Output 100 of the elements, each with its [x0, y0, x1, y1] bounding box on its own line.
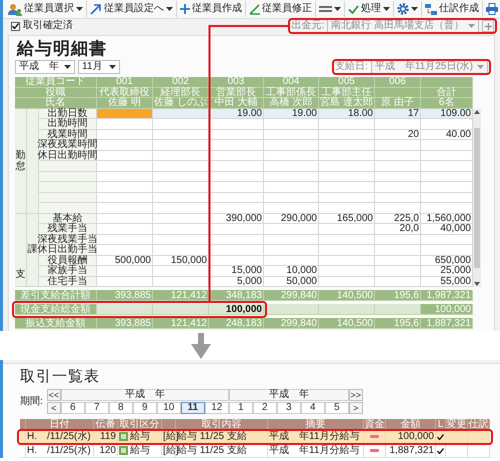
table-cell-text: 500,000 — [114, 256, 152, 266]
column-header: 佐藤 明 — [107, 98, 142, 108]
caret-icon — [64, 65, 71, 69]
table-row[interactable]: 出勤日数 19.00 19.00 18.00 17 109.00 — [39, 108, 473, 119]
table-cell[interactable]: 100,000 — [209, 304, 264, 315]
row-label: 基本給 — [52, 214, 82, 224]
table-row[interactable] — [39, 203, 473, 214]
month-tab[interactable]: 10 — [156, 402, 181, 414]
table-cell: [給] — [163, 446, 179, 456]
row-label: 休日出勤時間 — [39, 150, 97, 161]
row-label: 差引支給合計額 — [20, 290, 92, 301]
row-label: 残業手当 — [48, 224, 88, 234]
table-cell-text: 140,500 — [336, 290, 374, 301]
month-tab[interactable]: 9 — [132, 402, 157, 414]
month-tab[interactable]: 6 — [60, 402, 85, 414]
table-cell-text: 393,885 — [114, 290, 152, 301]
table-cell-text: 650,000 — [434, 256, 472, 266]
table-row[interactable]: 深夜残業時間 — [39, 140, 473, 150]
table-cell: 平成 年11月分給与 — [269, 446, 360, 456]
table-row[interactable]: 残業時間 20 40.00 — [39, 130, 473, 140]
table-cell-text: 121,412 — [170, 290, 208, 301]
month-tab[interactable]: 11 — [180, 402, 205, 414]
toolbar-button[interactable]: 従業員修正 — [246, 1, 316, 17]
row-label: 現金支給総金額 — [20, 304, 92, 315]
row-label: 残業時間 — [48, 130, 88, 140]
table-row[interactable]: 役員報酬 500,000 150,000 650,000 — [39, 256, 473, 266]
year-dropdown[interactable]: 平成 年 — [15, 60, 75, 74]
toolbar-button[interactable]: 従業員作成 — [177, 1, 246, 17]
page-title: 給与明細書 — [16, 38, 108, 60]
table-row[interactable]: 深夜残業手当 — [39, 234, 473, 245]
toolbar-button[interactable]: 従業員設定へ — [87, 1, 177, 17]
checkbox[interactable] — [11, 22, 20, 30]
scroll-up-icon — [474, 110, 480, 114]
table-cell: 給与 11/25 支給 — [177, 432, 247, 442]
table-row[interactable]: 住宅手当 5,000 50,000 55,000 — [39, 276, 473, 287]
column-header: 003 — [228, 77, 244, 88]
table-row[interactable] — [39, 161, 473, 172]
month-tab[interactable]: 3 — [276, 402, 301, 414]
toolbar-button[interactable] — [483, 1, 500, 17]
next-year-button[interactable]: >> — [348, 389, 363, 401]
month-tab[interactable]: 5 — [324, 402, 349, 414]
table-row[interactable] — [39, 182, 473, 192]
row-label: 振込支給金額 — [24, 318, 86, 329]
toolbar-button[interactable]: 仕訳作成 — [422, 1, 483, 17]
scroll-thumb[interactable] — [474, 128, 480, 268]
caret-icon — [76, 7, 83, 11]
table-cell-text: 299,840 — [280, 318, 318, 329]
table-cell: H. /11/25(水) — [27, 446, 91, 456]
field-label: 出金元: — [291, 21, 324, 31]
add-button[interactable] — [482, 20, 494, 32]
table-cell-text: 20,0 — [398, 224, 420, 234]
month-tab[interactable]: 7 — [84, 402, 109, 414]
table-cell: H. /11/25(水) — [27, 432, 91, 442]
month-tab[interactable]: 2 — [252, 402, 277, 414]
table-row[interactable]: 残業手当 20,0 40,000 — [39, 224, 473, 234]
toolbar-button[interactable] — [316, 1, 345, 17]
table-row[interactable]: 出勤時間 — [39, 119, 473, 130]
scrollbar[interactable] — [473, 108, 481, 287]
plus-icon — [180, 4, 190, 14]
next-button[interactable]: > — [348, 402, 363, 414]
previous-button[interactable]: < — [46, 402, 61, 414]
month-tab[interactable]: 1 — [228, 402, 253, 414]
month-tab[interactable]: 8 — [108, 402, 133, 414]
previous-year-button[interactable]: << — [46, 389, 61, 401]
table-cell-text: 40.00 — [444, 130, 472, 140]
column-header: 日付 — [26, 419, 94, 430]
table-row[interactable] — [39, 172, 473, 182]
month-tab[interactable]: 4 — [300, 402, 325, 414]
caret-icon — [477, 65, 484, 69]
column-header: 仕訳 — [468, 419, 490, 430]
column-header: 006 — [388, 77, 407, 88]
month-tab[interactable]: 12 — [204, 402, 229, 414]
section-label: 課 — [27, 214, 39, 287]
column-header: 高橋 次郎 — [268, 98, 314, 108]
table-row[interactable] — [39, 192, 473, 203]
month-dropdown[interactable]: 11月 — [78, 60, 120, 74]
settings-icon — [397, 3, 409, 15]
table-row[interactable]: 家族手当 15,000 10,000 25,000 — [39, 266, 473, 276]
people-icon — [8, 2, 22, 16]
toolbar-button[interactable]: 従業員選択 — [5, 1, 87, 17]
toolbar-button[interactable]: 処理 — [345, 1, 394, 17]
table-row[interactable]: H. /11/25(水) 120 給与 [給]給与 11/25 支給 平成 年11月分給与 1,887,321 — [20, 444, 490, 458]
table-cell-text: 50,000 — [285, 276, 318, 287]
column-header: L — [436, 419, 446, 430]
caret-icon — [109, 65, 116, 69]
table-cell: 給与 — [130, 432, 150, 442]
lines-icon — [319, 5, 332, 13]
column-header: 005 — [338, 77, 355, 88]
field-label: 支給日: — [335, 62, 368, 72]
column-header: 中田 大輔 — [214, 98, 258, 108]
table-row[interactable]: 休日出勤手当 — [39, 245, 473, 256]
column-header: 取引区分 — [118, 419, 162, 430]
table-row[interactable]: 基本給 390,000 290,000 165,000 225,0 1,560,000 — [39, 214, 473, 224]
scroll-down-icon — [474, 282, 480, 286]
section-label: 勤怠 — [15, 108, 27, 214]
column-header: 6名 — [438, 98, 456, 108]
table-row[interactable]: 休日出勤時間 — [39, 150, 473, 161]
year-label: 平成 年 — [60, 389, 229, 401]
table-cell-text: 1,887,321 — [426, 318, 472, 329]
table-cell-text: 195,6 — [392, 290, 420, 301]
